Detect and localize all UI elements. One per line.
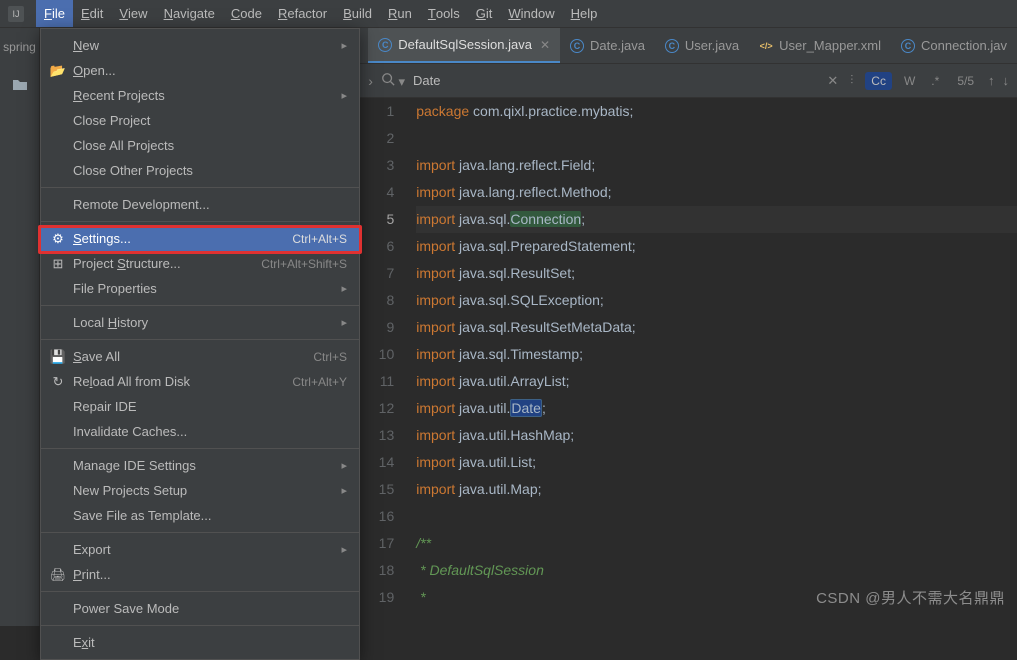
menu-item-tools[interactable]: Tools bbox=[420, 0, 468, 27]
menu-file-properties[interactable]: File Properties▸ bbox=[41, 276, 359, 301]
print-icon: 🖨 bbox=[49, 567, 67, 583]
xml-icon: </> bbox=[759, 39, 773, 53]
menubar: IJ FileEditViewNavigateCodeRefactorBuild… bbox=[0, 0, 1017, 28]
menu-item-git[interactable]: Git bbox=[468, 0, 501, 27]
menu-save-all[interactable]: 💾Save AllCtrl+S bbox=[41, 344, 359, 369]
class-icon: C bbox=[665, 39, 679, 53]
menu-close-project[interactable]: Close Project bbox=[41, 108, 359, 133]
find-count: 5/5 bbox=[957, 74, 974, 88]
menu-item-run[interactable]: Run bbox=[380, 0, 420, 27]
tab-date-java[interactable]: CDate.java bbox=[560, 28, 655, 63]
find-next-icon[interactable]: ↓ bbox=[1003, 73, 1010, 88]
save-icon: 💾 bbox=[49, 349, 67, 365]
menu-item-code[interactable]: Code bbox=[223, 0, 270, 27]
menu-settings[interactable]: ⚙Settings...Ctrl+Alt+S bbox=[41, 226, 359, 251]
find-prev-icon[interactable]: ↑ bbox=[988, 73, 995, 88]
menu-item-build[interactable]: Build bbox=[335, 0, 380, 27]
menu-local-history[interactable]: Local History▸ bbox=[41, 310, 359, 335]
match-case-toggle[interactable]: Cc bbox=[865, 72, 892, 90]
open-icon: 📂 bbox=[49, 63, 67, 79]
line-gutter: 12345678910111213141516171819 bbox=[360, 98, 412, 626]
class-icon: C bbox=[570, 39, 584, 53]
tab-user-java[interactable]: CUser.java bbox=[655, 28, 749, 63]
reload-icon: ↻ bbox=[49, 374, 67, 390]
class-icon: C bbox=[901, 39, 915, 53]
regex-toggle[interactable]: .* bbox=[927, 72, 943, 90]
menu-item-edit[interactable]: Edit bbox=[73, 0, 111, 27]
menu-item-help[interactable]: Help bbox=[563, 0, 606, 27]
menu-reload-all-from-disk[interactable]: ↻Reload All from DiskCtrl+Alt+Y bbox=[41, 369, 359, 394]
tab-defaultsqlsession-java[interactable]: CDefaultSqlSession.java✕ bbox=[368, 28, 560, 63]
menu-open[interactable]: 📂Open... bbox=[41, 58, 359, 83]
whole-word-toggle[interactable]: W bbox=[900, 72, 919, 90]
menu-manage-ide-settings[interactable]: Manage IDE Settings▸ bbox=[41, 453, 359, 478]
menu-save-file-as-template[interactable]: Save File as Template... bbox=[41, 503, 359, 528]
menu-remote-development[interactable]: Remote Development... bbox=[41, 192, 359, 217]
tab-connection-jav[interactable]: CConnection.jav bbox=[891, 28, 1017, 63]
find-input[interactable] bbox=[413, 73, 819, 88]
menu-exit[interactable]: Exit bbox=[41, 630, 359, 655]
menu-close-other-projects[interactable]: Close Other Projects bbox=[41, 158, 359, 183]
gear-icon: ⚙ bbox=[49, 231, 67, 247]
menu-recent-projects[interactable]: Recent Projects▸ bbox=[41, 83, 359, 108]
class-icon: C bbox=[378, 38, 392, 52]
menu-export[interactable]: Export▸ bbox=[41, 537, 359, 562]
menu-invalidate-caches[interactable]: Invalidate Caches... bbox=[41, 419, 359, 444]
find-collapse-icon[interactable]: › bbox=[368, 73, 373, 89]
watermark-text: CSDN @男人不需大名鼎鼎 bbox=[816, 587, 1005, 608]
menu-item-file[interactable]: File bbox=[36, 0, 73, 27]
search-icon: ▾ bbox=[381, 72, 405, 90]
menu-item-refactor[interactable]: Refactor bbox=[270, 0, 335, 27]
code-lines[interactable]: package com.qixl.practice.mybatis; impor… bbox=[412, 98, 1017, 626]
editor-tabs: CDefaultSqlSession.java✕CDate.javaCUser.… bbox=[360, 28, 1017, 64]
menu-print[interactable]: 🖨Print... bbox=[41, 562, 359, 587]
tab-user-mapper-xml[interactable]: </>User_Mapper.xml bbox=[749, 28, 891, 63]
menu-item-navigate[interactable]: Navigate bbox=[156, 0, 223, 27]
menu-repair-ide[interactable]: Repair IDE bbox=[41, 394, 359, 419]
menu-item-window[interactable]: Window bbox=[500, 0, 562, 27]
menu-new[interactable]: New▸ bbox=[41, 33, 359, 58]
project-crumb[interactable]: spring bbox=[0, 36, 40, 58]
menu-close-all-projects[interactable]: Close All Projects bbox=[41, 133, 359, 158]
project-tool-icon[interactable] bbox=[12, 78, 28, 92]
close-icon[interactable]: ✕ bbox=[540, 38, 550, 52]
struct-icon: ⊞ bbox=[49, 256, 67, 272]
app-logo-icon: IJ bbox=[8, 6, 24, 22]
filter-icon[interactable]: ⫶ bbox=[846, 71, 857, 90]
file-menu-dropdown: New▸📂Open...Recent Projects▸Close Projec… bbox=[40, 28, 360, 660]
menu-project-structure[interactable]: ⊞Project Structure...Ctrl+Alt+Shift+S bbox=[41, 251, 359, 276]
left-gutter: spring bbox=[0, 28, 40, 626]
menu-item-view[interactable]: View bbox=[111, 0, 155, 27]
menu-new-projects-setup[interactable]: New Projects Setup▸ bbox=[41, 478, 359, 503]
editor-area: CDefaultSqlSession.java✕CDate.javaCUser.… bbox=[360, 28, 1017, 626]
code-editor[interactable]: 12345678910111213141516171819 package co… bbox=[360, 98, 1017, 626]
find-bar: › ▾ ✕ ⫶ Cc W .* 5/5 ↑ ↓ bbox=[360, 64, 1017, 98]
menu-power-save-mode[interactable]: Power Save Mode bbox=[41, 596, 359, 621]
clear-icon[interactable]: ✕ bbox=[827, 73, 838, 89]
